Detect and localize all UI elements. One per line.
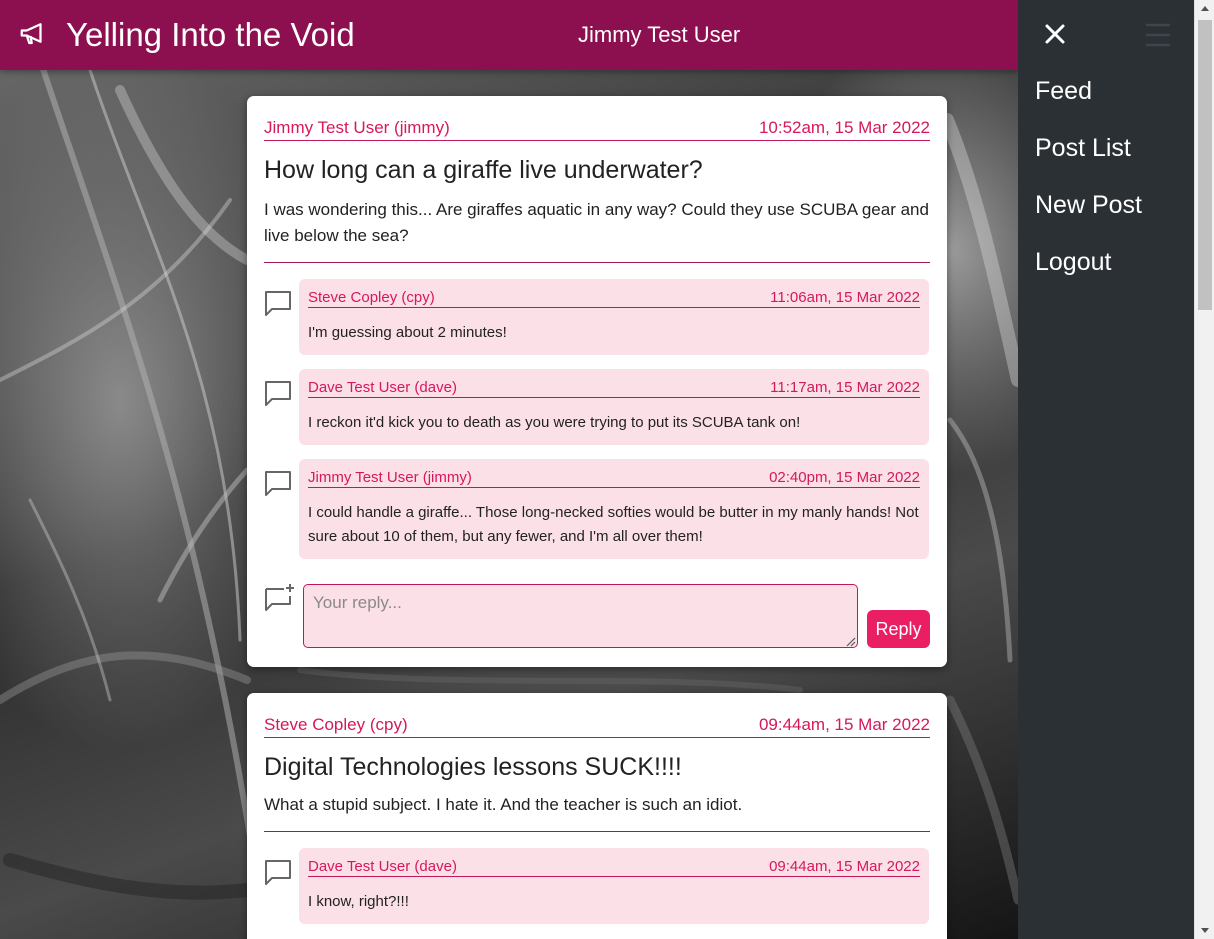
post-header: Jimmy Test User (jimmy) 10:52am, 15 Mar … [264,96,930,141]
post-header: Steve Copley (cpy) 09:44am, 15 Mar 2022 [264,693,930,738]
current-user-name: Jimmy Test User [578,22,741,47]
comment-bubble: Dave Test User (dave) 09:44am, 15 Mar 20… [299,848,929,924]
comment-time: 11:17am, 15 Mar 2022 [770,379,920,396]
comment-header: Dave Test User (dave) 09:44am, 15 Mar 20… [308,858,920,877]
post-body: I was wondering this... Are giraffes aqu… [264,200,929,245]
post-time: 10:52am, 15 Mar 2022 [758,118,930,137]
comment-icon [264,858,292,886]
nav-item-feed[interactable]: Feed [1035,74,1142,131]
comment-author[interactable]: Dave Test User (dave) [308,379,457,396]
comment-icon [264,469,292,497]
post-card: Steve Copley (cpy) 09:44am, 15 Mar 2022 … [247,693,947,939]
brand[interactable]: Yelling Into the Void [18,14,355,56]
comment-bubble: Steve Copley (cpy) 11:06am, 15 Mar 2022 … [299,279,929,355]
comment-body: I could handle a giraffe... Those long-n… [308,504,919,545]
comment: Dave Test User (dave) 09:44am, 15 Mar 20… [264,848,930,924]
comment-bubble: Dave Test User (dave) 11:17am, 15 Mar 20… [299,369,929,445]
post-body: What a stupid subject. I hate it. And th… [264,795,743,814]
top-navbar: Yelling Into the Void Jimmy Test User [0,0,1018,70]
post-author[interactable]: Jimmy Test User (jimmy) [264,118,450,138]
reply-form: Reply [264,582,930,648]
comment-author[interactable]: Jimmy Test User (jimmy) [308,469,472,486]
comment: Steve Copley (cpy) 11:06am, 15 Mar 2022 … [264,279,930,355]
side-nav: Feed Post List New Post Logout [1035,74,1142,302]
post-card: Jimmy Test User (jimmy) 10:52am, 15 Mar … [247,96,947,667]
nav-item-post-list[interactable]: Post List [1035,131,1142,188]
comment: Jimmy Test User (jimmy) 02:40pm, 15 Mar … [264,459,930,559]
post-divider [264,262,930,263]
side-menu: Feed Post List New Post Logout [1018,0,1194,939]
page-scrollbar[interactable] [1194,0,1214,939]
post-author[interactable]: Steve Copley (cpy) [264,715,408,735]
post-time: 09:44am, 15 Mar 2022 [758,715,930,734]
comment-body: I reckon it'd kick you to death as you w… [308,414,801,431]
reply-button[interactable]: Reply [867,610,930,648]
comment-author[interactable]: Dave Test User (dave) [308,858,457,875]
nav-item-new-post[interactable]: New Post [1035,188,1142,245]
comment-body: I know, right?!!! [308,893,409,910]
reply-input[interactable] [303,584,858,648]
comment-body: I'm guessing about 2 minutes! [308,324,507,341]
comment: Dave Test User (dave) 11:17am, 15 Mar 20… [264,369,930,445]
comment-time: 09:44am, 15 Mar 2022 [769,858,920,875]
comment-time: 02:40pm, 15 Mar 2022 [769,469,920,486]
scroll-up-icon[interactable] [1195,0,1214,17]
comment-header: Dave Test User (dave) 11:17am, 15 Mar 20… [308,379,920,398]
comment-bubble: Jimmy Test User (jimmy) 02:40pm, 15 Mar … [299,459,929,559]
comment-icon [264,289,292,317]
post-divider [264,831,930,832]
comment-header: Steve Copley (cpy) 11:06am, 15 Mar 2022 [308,289,920,308]
comment-author[interactable]: Steve Copley (cpy) [308,289,435,306]
resize-grip-icon[interactable] [844,634,856,647]
comment-header: Jimmy Test User (jimmy) 02:40pm, 15 Mar … [308,469,920,488]
add-comment-icon [264,582,296,614]
scrollbar-thumb[interactable] [1198,20,1212,310]
post-title: How long can a giraffe live underwater? [264,156,703,184]
comment-time: 11:06am, 15 Mar 2022 [770,289,920,306]
app-title: Yelling Into the Void [66,16,355,53]
hamburger-icon[interactable] [1144,22,1172,48]
megaphone-icon [18,18,48,53]
close-icon[interactable] [1041,20,1069,48]
scroll-down-icon[interactable] [1195,922,1214,939]
comment-icon [264,379,292,407]
post-title: Digital Technologies lessons SUCK!!!! [264,753,682,781]
nav-item-logout[interactable]: Logout [1035,245,1142,302]
